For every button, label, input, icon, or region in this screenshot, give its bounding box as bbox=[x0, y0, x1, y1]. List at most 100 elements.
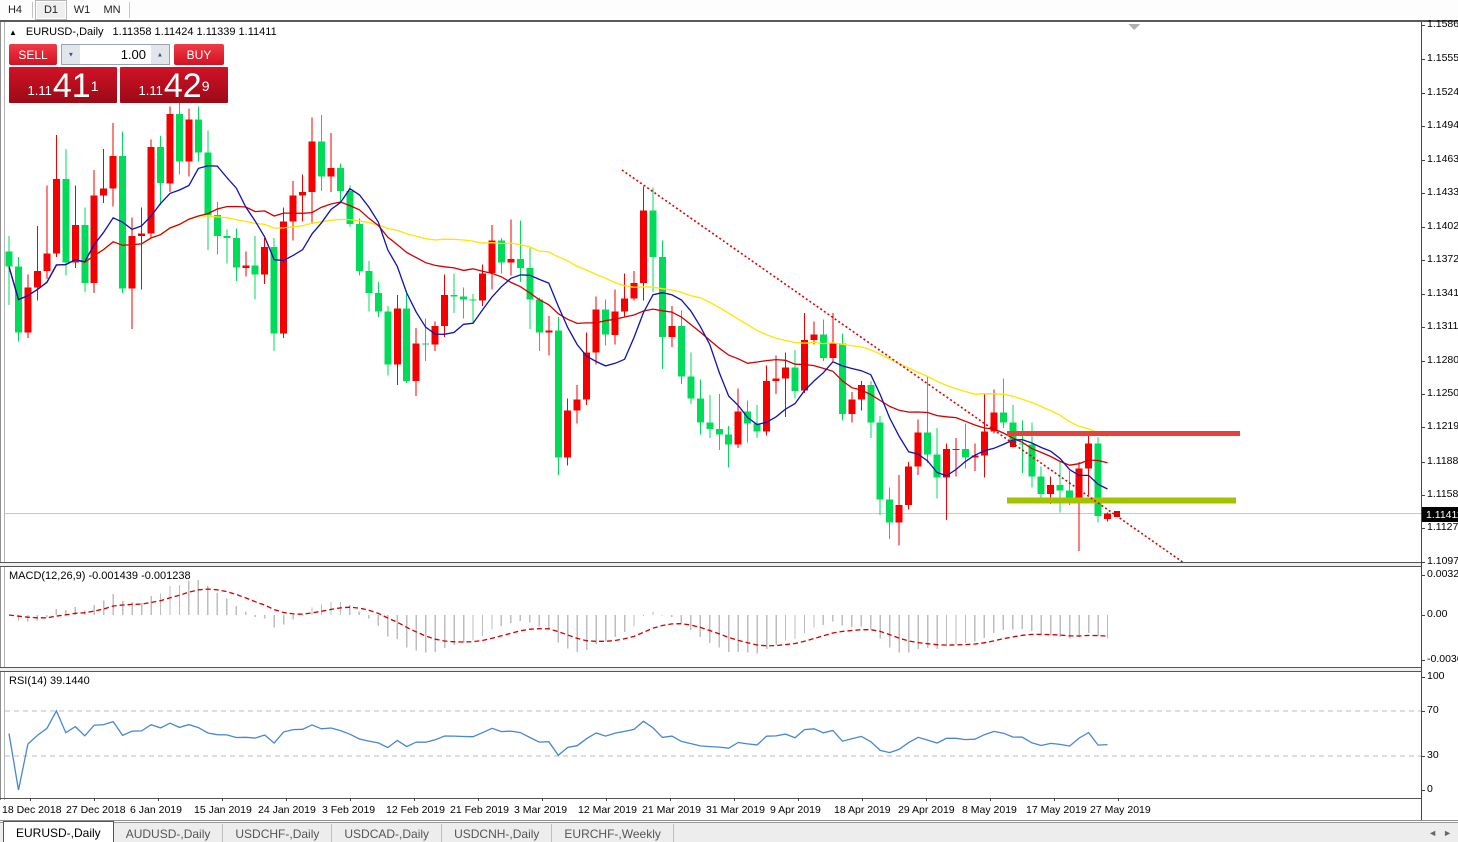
candle-body bbox=[43, 254, 50, 272]
candle-body bbox=[1057, 485, 1064, 491]
candle-body bbox=[574, 400, 581, 411]
date-label: 12 Mar 2019 bbox=[578, 804, 637, 816]
candle-body bbox=[858, 385, 865, 399]
date-axis[interactable]: 18 Dec 201827 Dec 20186 Jan 201915 Jan 2… bbox=[0, 800, 1421, 820]
window-bottom-border bbox=[0, 820, 1458, 821]
date-tick bbox=[542, 798, 543, 801]
candle-body bbox=[943, 449, 950, 478]
tab-audusd[interactable]: AUDUSD-,Daily bbox=[114, 824, 224, 842]
candle-body bbox=[1085, 443, 1092, 468]
candle-body bbox=[167, 114, 174, 183]
rsi-canvas[interactable] bbox=[5, 672, 1421, 798]
tab-usdchf[interactable]: USDCHF-,Daily bbox=[223, 824, 332, 842]
macd-canvas[interactable] bbox=[5, 567, 1421, 667]
candle-body bbox=[602, 310, 609, 335]
tab-usdcad[interactable]: USDCAD-,Daily bbox=[332, 824, 442, 842]
candle-body bbox=[924, 432, 931, 454]
candle-body bbox=[356, 224, 363, 271]
candle-body bbox=[53, 179, 60, 254]
candle-body bbox=[261, 247, 268, 274]
candle-body bbox=[91, 195, 98, 283]
candle-body bbox=[820, 335, 827, 358]
candle-body bbox=[384, 312, 391, 365]
candle-body bbox=[564, 411, 571, 458]
date-tick bbox=[478, 798, 479, 801]
candle-body bbox=[422, 344, 429, 345]
current-price-label: 1.11411 bbox=[1422, 507, 1458, 522]
date-tick bbox=[1118, 798, 1119, 801]
candle-body bbox=[886, 499, 893, 522]
candle-body bbox=[782, 368, 789, 379]
timeframe-button-d1[interactable]: D1 bbox=[35, 0, 67, 20]
tabbar-scroll-left-icon[interactable]: ◄ bbox=[1428, 828, 1437, 838]
candle-body bbox=[110, 156, 117, 189]
timeframe-button-w1[interactable]: W1 bbox=[67, 1, 97, 19]
panel-separator bbox=[0, 798, 1421, 799]
price-axis-label: 1.12500 bbox=[1427, 387, 1458, 399]
candle-body bbox=[100, 189, 107, 196]
price-axis-label: 1.14635 bbox=[1427, 153, 1458, 165]
date-label: 9 Apr 2019 bbox=[770, 804, 821, 816]
date-tick bbox=[414, 798, 415, 801]
date-tick bbox=[30, 798, 31, 801]
date-tick bbox=[222, 798, 223, 801]
price-axis-label: 1.12195 bbox=[1427, 420, 1458, 432]
date-tick bbox=[350, 798, 351, 801]
price-axis-label: 1.15245 bbox=[1427, 86, 1458, 98]
candle-body bbox=[678, 326, 685, 377]
candle-body bbox=[441, 295, 448, 326]
scroll-to-end-icon[interactable] bbox=[1128, 24, 1140, 30]
candle-body bbox=[214, 215, 221, 236]
candle-body bbox=[697, 398, 704, 422]
date-tick bbox=[286, 798, 287, 801]
trendline-anchor[interactable] bbox=[1114, 511, 1120, 517]
candle-body bbox=[1104, 514, 1111, 520]
candle-body bbox=[242, 266, 249, 268]
date-tick bbox=[926, 798, 927, 801]
candle-body bbox=[470, 300, 477, 301]
price-axis-label: 1.14025 bbox=[1427, 220, 1458, 232]
candle-body bbox=[62, 179, 69, 262]
candle-body bbox=[195, 120, 202, 153]
price-axis-label: 1.13110 bbox=[1427, 320, 1458, 332]
candle-body bbox=[489, 240, 496, 273]
resistance-line[interactable] bbox=[1007, 431, 1240, 436]
date-tick bbox=[734, 798, 735, 801]
candle-body bbox=[81, 225, 88, 283]
candle-body bbox=[545, 330, 552, 332]
candle-body bbox=[309, 142, 316, 193]
candle-body bbox=[148, 147, 155, 234]
timeframe-button-mn[interactable]: MN bbox=[97, 1, 127, 19]
date-tick bbox=[990, 798, 991, 801]
support-line[interactable] bbox=[1007, 498, 1236, 504]
candle-body bbox=[536, 300, 543, 333]
tabbar-scroll-right-icon[interactable]: ► bbox=[1443, 828, 1452, 838]
tab-usdcnh[interactable]: USDCNH-,Daily bbox=[442, 824, 552, 842]
timeframe-button-h4[interactable]: H4 bbox=[0, 1, 30, 19]
macd-axis-label: 0.00 bbox=[1427, 608, 1447, 620]
candle-body bbox=[583, 352, 590, 399]
candle-body bbox=[773, 379, 780, 381]
main-chart-canvas[interactable] bbox=[5, 22, 1421, 562]
rsi-axis-label: 0 bbox=[1427, 783, 1433, 795]
date-tick bbox=[670, 798, 671, 801]
price-axis[interactable]: 1.158601.155501.152451.149401.146351.143… bbox=[1421, 22, 1458, 820]
tab-eurusd[interactable]: EURUSD-,Daily bbox=[3, 821, 114, 842]
candle-body bbox=[138, 234, 145, 236]
date-tick bbox=[94, 798, 95, 801]
toolbar-separator bbox=[32, 2, 33, 18]
trendline-anchor[interactable] bbox=[1010, 441, 1016, 447]
candle-body bbox=[507, 259, 514, 262]
candle-body bbox=[621, 299, 628, 312]
toolbar-separator bbox=[129, 2, 130, 18]
candle-body bbox=[1095, 443, 1102, 515]
candle-body bbox=[290, 195, 297, 221]
candle-body bbox=[725, 435, 732, 445]
rsi-line bbox=[9, 711, 1108, 790]
tab-eurchf[interactable]: EURCHF-,Weekly bbox=[552, 824, 673, 842]
date-label: 21 Mar 2019 bbox=[642, 804, 701, 816]
price-axis-label: 1.14330 bbox=[1427, 186, 1458, 198]
candle-body bbox=[479, 273, 486, 300]
candle-body bbox=[801, 340, 808, 391]
date-label: 18 Apr 2019 bbox=[834, 804, 891, 816]
